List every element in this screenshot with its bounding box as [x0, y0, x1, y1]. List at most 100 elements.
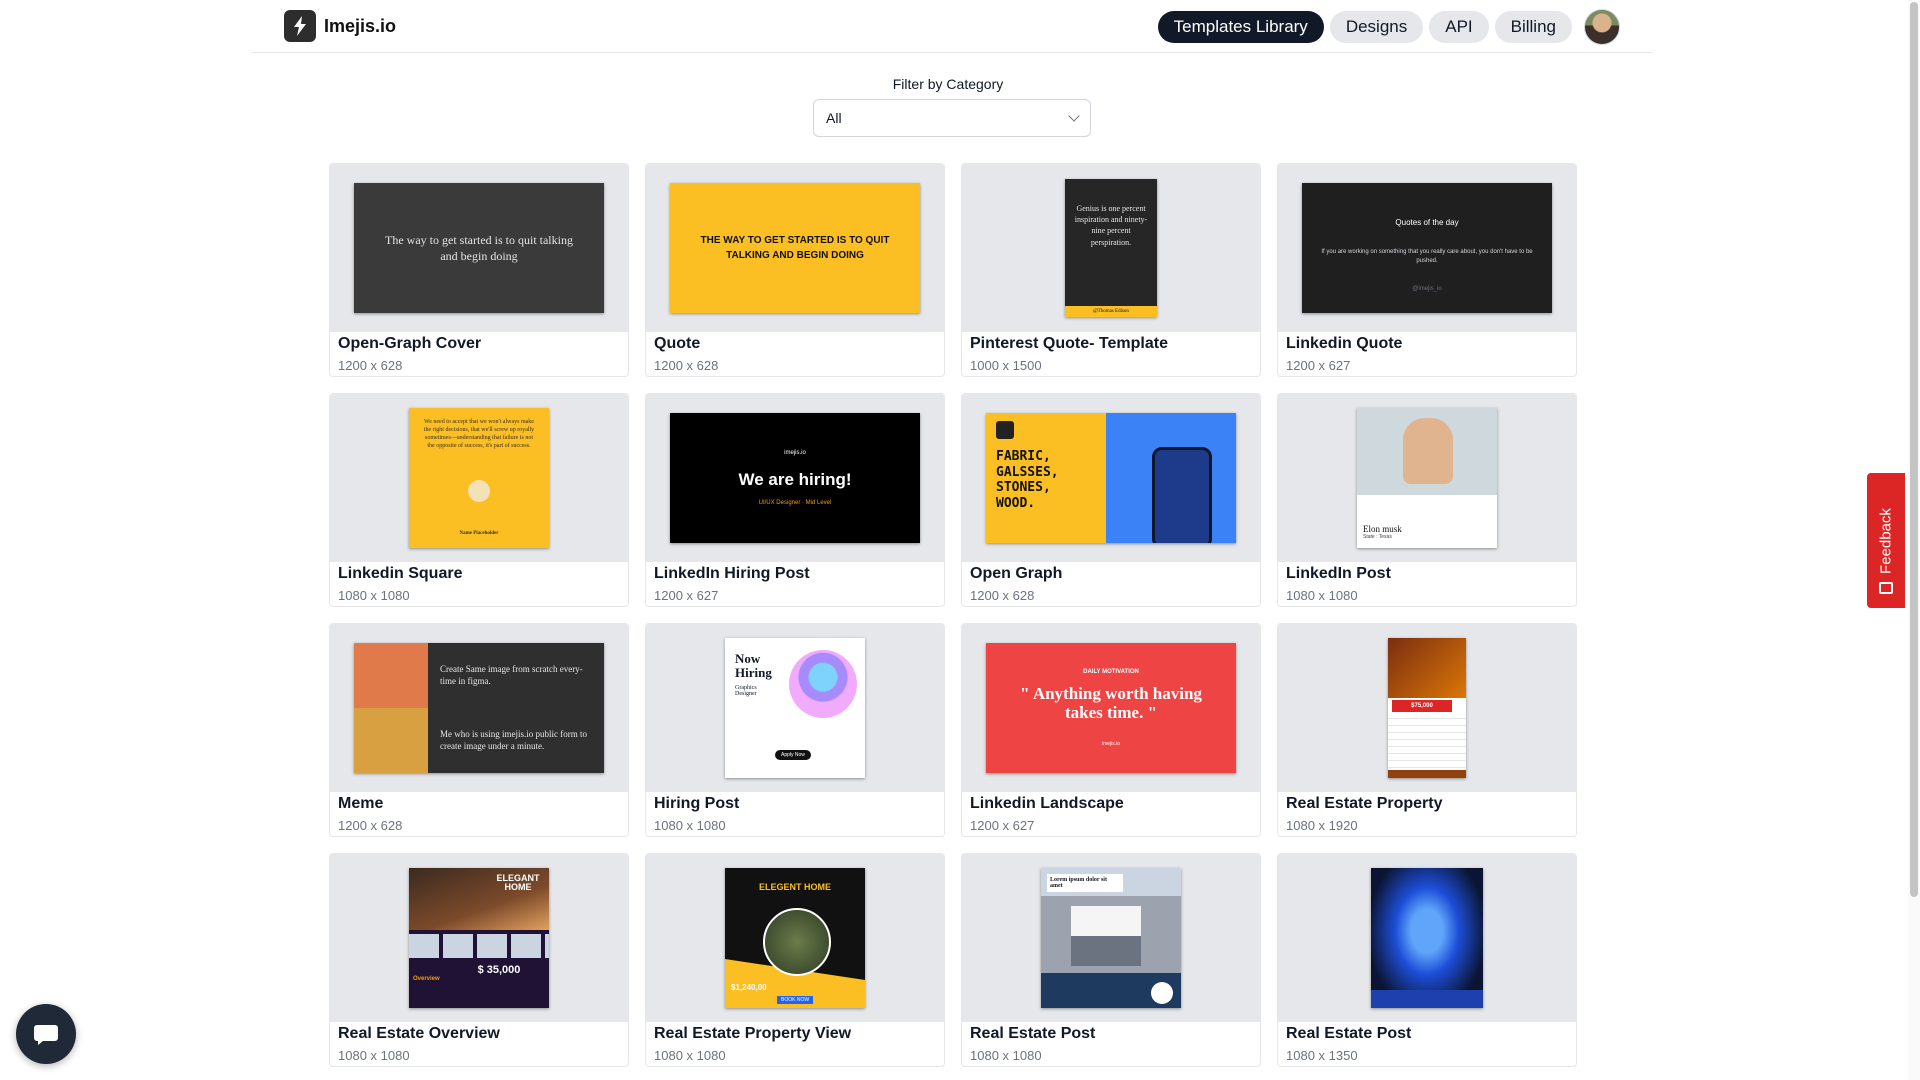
footer-bar	[1388, 770, 1466, 778]
author-avatar	[468, 479, 490, 502]
building-photo	[1071, 906, 1141, 966]
template-name: Linkedin Square	[338, 565, 463, 582]
template-card[interactable]: ELEGANT HOME $ 35,000 Overview Real Esta…	[329, 853, 629, 1067]
preview-author: Name Placeholder	[459, 531, 499, 537]
template-card[interactable]: The way to get started is to quit talkin…	[329, 163, 629, 377]
preview-text: State : Texas	[1363, 534, 1392, 540]
template-size: 1200 x 628	[970, 588, 1035, 603]
template-name: Real Estate Post	[970, 1025, 1096, 1042]
template-thumbnail: imejis.io We are hiring! UI/UX Designer …	[646, 394, 944, 562]
category-select[interactable]: All	[813, 99, 1091, 137]
main-nav: Templates Library Designs API Billing	[1157, 9, 1620, 45]
preview-image: THE WAY TO GET STARTED IS TO QUIT TALKIN…	[670, 183, 920, 313]
template-thumbnail: Lorem ipsum dolor sit amet	[962, 854, 1260, 1022]
template-size: 1080 x 1350	[1286, 1048, 1358, 1063]
template-name: Linkedin Quote	[1286, 335, 1403, 352]
template-name: Open Graph	[970, 565, 1063, 582]
property-details	[1388, 712, 1466, 770]
nav-api[interactable]: API	[1429, 11, 1489, 43]
apply-now-button: Apply Now	[775, 750, 811, 760]
template-card[interactable]: THE WAY TO GET STARTED IS TO QUIT TALKIN…	[645, 163, 945, 377]
chat-bubble-icon	[34, 1025, 58, 1045]
template-thumbnail	[1278, 854, 1576, 1022]
preview-image: Now Hiring Graphics Designer Apply Now	[725, 638, 865, 778]
scrollbar-thumb[interactable]	[1910, 2, 1918, 897]
preview-title: ELEGANT HOME	[496, 873, 540, 892]
templates-grid: The way to get started is to quit talkin…	[329, 163, 1577, 1067]
preview-image: The way to get started is to quit talkin…	[354, 183, 604, 313]
template-name: Quote	[654, 335, 701, 352]
template-card[interactable]: imejis.io We are hiring! UI/UX Designer …	[645, 393, 945, 607]
chat-widget-button[interactable]	[16, 1004, 76, 1064]
chevron-down-icon	[1068, 110, 1080, 122]
feedback-tab[interactable]: Feedback	[1867, 473, 1905, 608]
template-card[interactable]: Quotes of the day If you are working on …	[1277, 163, 1577, 377]
template-name: Real Estate Overview	[338, 1025, 500, 1042]
template-size: 1200 x 628	[338, 818, 403, 833]
feedback-icon	[1879, 582, 1893, 594]
template-size: 1080 x 1080	[1286, 588, 1358, 603]
template-size: 1200 x 628	[338, 358, 403, 373]
preview-image: FABRIC, GALSSES, STONES, WOOD.	[986, 413, 1236, 543]
template-thumbnail: DAILY MOTIVATION " Anything worth having…	[962, 624, 1260, 792]
template-thumbnail: ELEGENT HOME $1,240,00 BOOK NOW	[646, 854, 944, 1022]
preview-text: We need to accept that we won't always m…	[423, 419, 535, 450]
meme-photo	[354, 643, 428, 773]
template-card[interactable]: ELEGENT HOME $1,240,00 BOOK NOW Real Est…	[645, 853, 945, 1067]
preview-title: Elon musk	[1363, 524, 1402, 534]
preview-text: " Anything worth having takes time. "	[1020, 684, 1202, 722]
preview-title: ELEGENT HOME	[758, 882, 831, 892]
template-name: Real Estate Property	[1286, 795, 1443, 812]
template-size: 1200 x 627	[1286, 358, 1351, 373]
template-card[interactable]: Lorem ipsum dolor sit amet Real Estate P…	[961, 853, 1261, 1067]
template-size: 1080 x 1080	[970, 1048, 1042, 1063]
preview-label: Overview	[413, 976, 440, 982]
template-card[interactable]: DAILY MOTIVATION " Anything worth having…	[961, 623, 1261, 837]
user-avatar[interactable]	[1584, 9, 1620, 45]
preview-image: $75,000	[1388, 638, 1466, 778]
top-header: Imejis.io Templates Library Designs API …	[252, 0, 1652, 53]
template-size: 1080 x 1080	[338, 588, 410, 603]
template-card[interactable]: Create Same image from scratch every-tim…	[329, 623, 629, 837]
brand-logo[interactable]: Imejis.io	[284, 10, 396, 42]
template-name: Hiring Post	[654, 795, 740, 812]
template-thumbnail: Elon musk State : Texas	[1278, 394, 1576, 562]
nav-designs[interactable]: Designs	[1329, 11, 1424, 43]
template-name: Open-Graph Cover	[338, 335, 482, 352]
template-name: Real Estate Property View	[654, 1025, 852, 1042]
template-thumbnail: THE WAY TO GET STARTED IS TO QUIT TALKIN…	[646, 164, 944, 332]
agent-avatar	[1151, 982, 1173, 1004]
template-size: 1080 x 1080	[654, 1048, 726, 1063]
template-card[interactable]: We need to accept that we won't always m…	[329, 393, 629, 607]
preview-text: If you are working on something that you…	[1321, 249, 1533, 264]
template-thumbnail: We need to accept that we won't always m…	[330, 394, 628, 562]
template-card[interactable]: Elon musk State : Texas LinkedIn Post 10…	[1277, 393, 1577, 607]
preview-image: imejis.io We are hiring! UI/UX Designer …	[670, 413, 920, 543]
category-select-value: All	[826, 110, 842, 126]
template-card[interactable]: $75,000 Real Estate Property 1080 x 1920	[1277, 623, 1577, 837]
preview-title: Now Hiring	[735, 651, 772, 680]
portrait-photo	[1403, 418, 1453, 484]
template-card[interactable]: Now Hiring Graphics Designer Apply Now H…	[645, 623, 945, 837]
preview-image: Quotes of the day If you are working on …	[1302, 183, 1552, 313]
brand-name: Imejis.io	[324, 15, 397, 36]
template-size: 1200 x 628	[654, 358, 719, 373]
template-size: 1080 x 1920	[1286, 818, 1358, 833]
preview-title: Quotes of the day	[1395, 217, 1459, 227]
template-card[interactable]: FABRIC, GALSSES, STONES, WOOD. Open Grap…	[961, 393, 1261, 607]
preview-text: $ 35,000	[477, 964, 521, 976]
phone-illustration	[1152, 447, 1212, 543]
template-thumbnail: The way to get started is to quit talkin…	[330, 164, 628, 332]
template-name: Real Estate Post	[1286, 1025, 1412, 1042]
preview-brand: imejis.io	[784, 450, 806, 456]
template-thumbnail: $75,000	[1278, 624, 1576, 792]
info-bar	[1371, 990, 1483, 1008]
nav-billing[interactable]: Billing	[1494, 11, 1572, 43]
template-card[interactable]: Real Estate Post 1080 x 1350	[1277, 853, 1577, 1067]
template-card[interactable]: Genius is one percent inspiration and ni…	[961, 163, 1261, 377]
nav-templates-library[interactable]: Templates Library	[1157, 11, 1324, 43]
preview-text: FABRIC, GALSSES, STONES, WOOD.	[996, 449, 1059, 511]
preview-text: $1,240,00	[731, 983, 767, 992]
template-size: 1080 x 1080	[654, 818, 726, 833]
room-photos	[409, 934, 549, 958]
